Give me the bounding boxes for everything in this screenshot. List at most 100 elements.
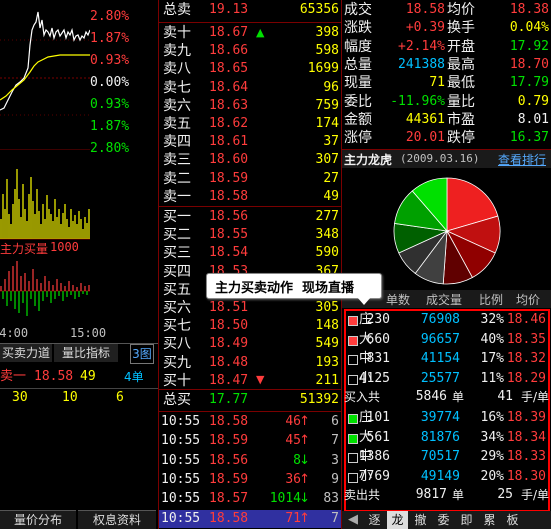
buy-level-vol: 277: [315, 209, 339, 224]
tab-volume-price[interactable]: 量价分布: [0, 510, 76, 529]
stat-label: 涨停: [344, 130, 372, 147]
category-square-icon: [348, 374, 358, 385]
sell-level-price[interactable]: 18.66: [209, 42, 248, 60]
stat-value: 0.79: [517, 93, 549, 109]
flow-ratio: 32%: [480, 312, 504, 327]
buy-level-price[interactable]: 18.48: [209, 354, 248, 372]
flow-tab[interactable]: 逐: [364, 511, 385, 529]
category-square-icon: [348, 355, 358, 365]
scroll-left-icon[interactable]: ◀: [344, 511, 362, 529]
flow-avg: 18.29: [506, 370, 546, 386]
tab-chart-count[interactable]: 3图: [130, 344, 154, 364]
flow-row: 庄 101 39774 16% 18.39: [348, 409, 548, 427]
stat-label: 开盘: [447, 38, 475, 55]
buy-level-label: 买十: [163, 372, 191, 389]
tab-buy-sell-force[interactable]: 买卖力道: [0, 344, 52, 362]
stats-panel: 成交 18.58 均价 18.38 涨跌 +0.39 换手 0.04% 幅度 +2.14% 开盘 17…: [342, 0, 551, 149]
total-sell-vol: 65356: [299, 2, 339, 17]
stat-label: 跌停: [447, 130, 475, 147]
sell-level-label: 卖九: [163, 43, 191, 60]
flow-tab[interactable]: 龙: [387, 511, 408, 529]
total-buy-price: 17.77: [209, 392, 249, 407]
flow-row: 中 831 41154 17% 18.32: [348, 350, 548, 368]
buy-level-label: 买五: [163, 281, 191, 298]
sell-level-price[interactable]: 18.59: [209, 170, 248, 188]
sell-level-price[interactable]: 18.62: [209, 115, 248, 133]
buy-level-vol: 193: [315, 354, 339, 370]
buy-level-price[interactable]: 18.51: [209, 299, 248, 317]
category-square-icon: [348, 453, 358, 463]
queue-item: 6: [116, 390, 124, 405]
dragon-title: 主力龙虎: [344, 153, 393, 167]
buy-level-price[interactable]: 18.56: [209, 208, 248, 226]
flow-count: 7769: [358, 468, 390, 484]
flow-avg: 18.39: [506, 410, 546, 425]
sell-level-label: 卖一: [163, 188, 191, 205]
header-ratio: 比例: [479, 293, 504, 307]
buy-level-price[interactable]: 18.49: [209, 335, 248, 353]
stat-label: 涨跌: [344, 20, 372, 37]
arrow-up-icon: ↑: [299, 471, 310, 487]
tick-price: 18.59: [209, 471, 249, 487]
flow-row: 小 4125 25577 11% 18.29: [348, 370, 548, 388]
flow-avg: 18.30: [506, 468, 546, 484]
buy-level-price[interactable]: 18.54: [209, 244, 248, 262]
dragon-panel: 主力龙虎 (2009.03.16) 查看排行: [342, 150, 551, 290]
sell-level-vol: 759: [315, 97, 339, 113]
arrow-down-icon: ↓: [299, 491, 310, 507]
sell-level-price[interactable]: 18.63: [209, 97, 248, 115]
stat-label: 幅度: [344, 38, 372, 55]
sell-level-price[interactable]: 18.58: [209, 188, 248, 206]
buy-level-price[interactable]: 18.50: [209, 317, 248, 335]
pct-label: 2.80%: [90, 141, 130, 156]
arrow-down-icon: ▼: [256, 373, 265, 386]
sell-level-price[interactable]: 18.67: [209, 24, 248, 42]
flow-volume: 81876: [420, 429, 460, 445]
total-sell-label: 总卖: [163, 2, 191, 18]
flow-tab[interactable]: 撤: [410, 511, 431, 529]
sell-level-price[interactable]: 18.60: [209, 151, 248, 169]
category-square-icon: [348, 433, 358, 444]
stat-value: 71: [429, 75, 445, 91]
tick-time: 10:55: [161, 452, 201, 468]
stat-label: 均价: [447, 2, 475, 18]
header-count: 单数: [386, 293, 411, 307]
stat-value: 18.58: [405, 2, 445, 17]
flow-tab[interactable]: 委: [433, 511, 454, 529]
category-square-icon: [348, 335, 358, 346]
buy-level-price[interactable]: 18.55: [209, 226, 248, 244]
flow-total-count: 5846: [415, 389, 447, 404]
sell-level-price[interactable]: 18.65: [209, 60, 248, 78]
indicator-label: 主力买量: [0, 242, 49, 256]
sell-level-price[interactable]: 18.61: [209, 133, 248, 151]
total-buy-vol: 51392: [299, 392, 339, 407]
buy-level-vol: 590: [315, 245, 339, 261]
flow-volume: 25577: [420, 370, 460, 386]
tick-count: 7: [331, 510, 339, 526]
dragon-date: (2009.03.16): [400, 152, 480, 165]
flow-row: 大 561 81876 34% 18.34: [348, 429, 548, 447]
tooltip-pointer: [357, 297, 371, 305]
stat-label: 成交: [344, 2, 372, 18]
sell-level-label: 卖五: [163, 116, 191, 132]
buy-level-vol: 211: [315, 372, 339, 388]
sell-level-price[interactable]: 18.64: [209, 79, 248, 97]
tooltip-text: 主力买卖动作 现场直播: [215, 281, 355, 296]
flow-tab[interactable]: 板: [502, 511, 523, 529]
sell-level-vol: 37: [323, 134, 339, 150]
pct-label: 1.87%: [90, 119, 130, 134]
flow-avg: 18.46: [506, 312, 546, 327]
buy-level-label: 买八: [163, 336, 191, 353]
tab-volume-ratio[interactable]: 量比指标: [54, 344, 118, 362]
time-end: 15:00: [70, 326, 107, 340]
flow-tab[interactable]: 累: [479, 511, 500, 529]
time-start: 14:00: [0, 326, 29, 340]
stat-label: 最低: [447, 75, 475, 92]
tab-rights-info[interactable]: 权息资料: [78, 510, 156, 529]
stat-label: 换手: [447, 20, 475, 37]
flow-volume: 49149: [420, 468, 460, 484]
tick-time: 10:55: [161, 471, 201, 487]
buy-level-price[interactable]: 18.47: [209, 372, 248, 390]
flow-tab[interactable]: 即: [456, 511, 477, 529]
view-ranking-link[interactable]: 查看排行: [498, 151, 546, 168]
